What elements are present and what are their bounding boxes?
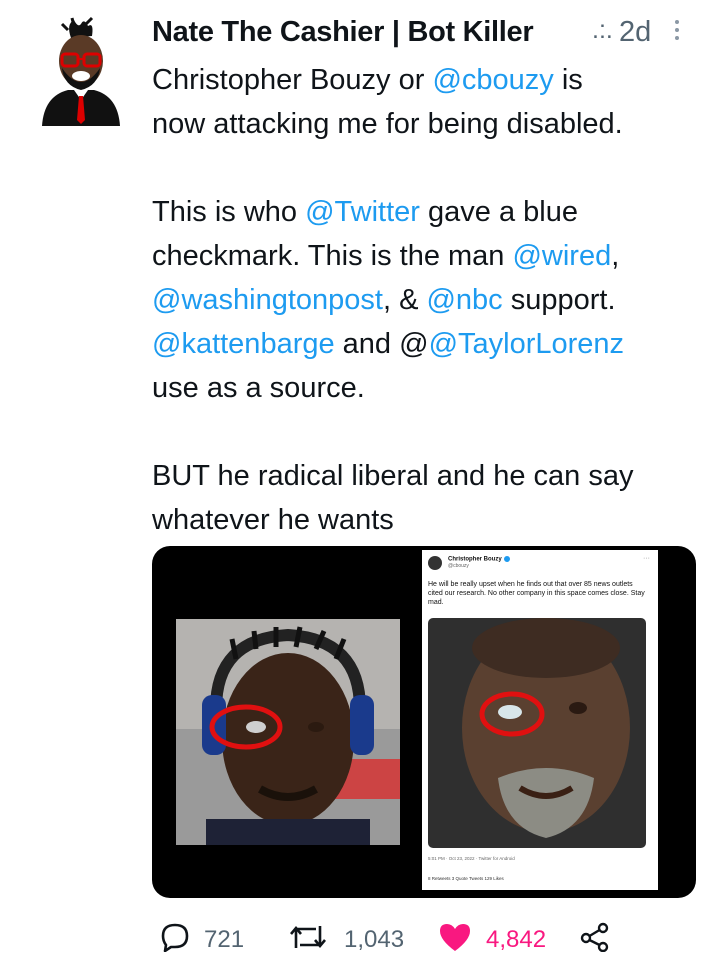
mention-link[interactable]: @Twitter <box>305 196 420 228</box>
tweet-header: Nate The Cashier | Bot Killer .:. 2d <box>152 10 712 54</box>
text-line: now attacking me for being disabled. <box>152 108 623 140</box>
text-segment: Christopher Bouzy or <box>152 64 433 96</box>
text-segment: gave a blue <box>419 196 578 228</box>
embedded-more-icon: ··· <box>643 555 650 562</box>
reply-icon <box>161 923 189 952</box>
mention-link[interactable]: @washingtonpost <box>152 284 383 316</box>
embedded-text: He will be really upset when he finds ou… <box>428 581 645 606</box>
embedded-avatar <box>428 556 442 570</box>
share-icon <box>580 922 609 952</box>
tweet-media[interactable]: Christopher Bouzy @cbouzy ··· He will be… <box>152 546 696 898</box>
text-segment: checkmark. This is the man <box>152 240 513 272</box>
text-line: whatever he wants <box>152 504 394 536</box>
author-name[interactable]: Nate The Cashier | Bot Killer <box>152 16 534 49</box>
retweet-count: 1,043 <box>344 926 405 953</box>
mention-link[interactable]: @wired <box>512 240 611 272</box>
embedded-handle: @cbouzy <box>448 563 469 569</box>
verified-icon <box>503 556 510 562</box>
embedded-author: Christopher Bouzy <box>448 556 510 563</box>
timestamp[interactable]: 2d <box>619 16 651 49</box>
tweet-text: Christopher Bouzy or @cbouzy is now atta… <box>152 58 712 542</box>
retweet-button[interactable]: 1,043 <box>288 922 418 956</box>
text-segment: This is who <box>152 196 306 228</box>
text-segment: , & <box>382 284 427 316</box>
mention-link[interactable]: @cbouzy <box>432 64 553 96</box>
mention-link[interactable]: @nbc <box>426 284 502 316</box>
reply-button[interactable]: 721 <box>160 922 250 956</box>
text-line: BUT he radical liberal and he can say <box>152 460 634 492</box>
embedded-tweet-card[interactable]: Christopher Bouzy @cbouzy ··· He will be… <box>422 550 658 890</box>
more-icon[interactable] <box>675 20 681 44</box>
retweet-icon <box>290 925 326 949</box>
text-line: use as a source. <box>152 372 365 404</box>
text-segment: and @ <box>334 328 429 360</box>
author-avatar[interactable] <box>38 16 124 126</box>
embedded-author-name: Christopher Bouzy <box>448 556 502 563</box>
text-segment: , <box>611 240 620 272</box>
photo-right <box>428 618 646 848</box>
share-button[interactable] <box>580 922 610 956</box>
heart-icon <box>440 924 470 951</box>
text-segment: is <box>553 64 583 96</box>
like-count: 4,842 <box>486 926 547 953</box>
like-button[interactable]: 4,842 <box>438 922 568 956</box>
reply-count: 721 <box>204 926 245 953</box>
mention-link[interactable]: @kattenbarge <box>152 328 335 360</box>
embedded-meta: 5:01 PM · Oct 23, 2022 · Twitter for And… <box>428 856 515 861</box>
photo-left <box>176 619 400 845</box>
embedded-stats: 8 Retweets 3 Quote Tweets 129 Likes <box>428 876 504 881</box>
mention-link[interactable]: @TaylorLorenz <box>429 328 624 360</box>
text-segment: support. <box>502 284 616 316</box>
name-truncation: .:. <box>592 16 613 44</box>
